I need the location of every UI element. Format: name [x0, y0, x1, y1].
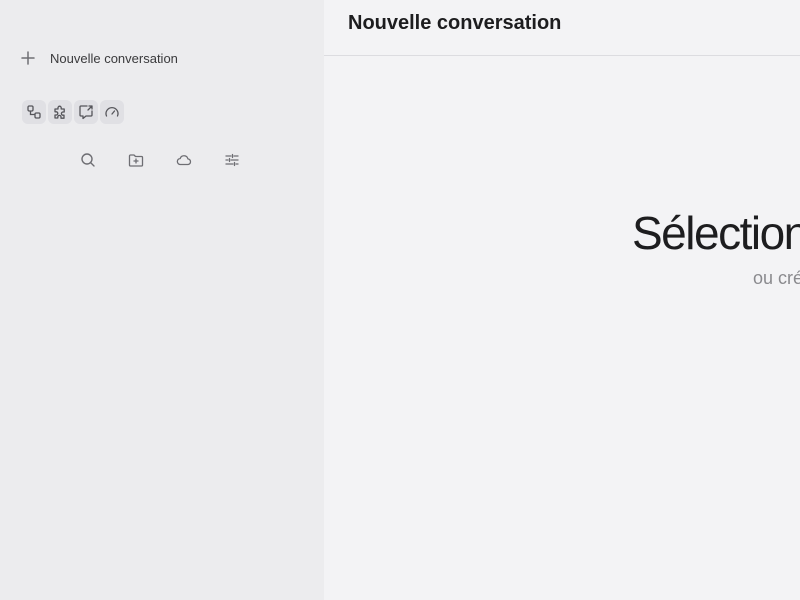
share-chat-plugin-button[interactable] — [74, 100, 98, 124]
search-icon — [80, 152, 96, 168]
cloud-icon — [176, 152, 192, 168]
sliders-icon — [224, 152, 240, 168]
puzzle-plugin-button[interactable] — [48, 100, 72, 124]
page-title: Nouvelle conversation — [348, 12, 562, 34]
sidebar: Nouvelle conversation — [0, 0, 324, 600]
new-conversation-label: Nouvelle conversation — [50, 50, 178, 66]
flow-plugin-button[interactable] — [22, 100, 46, 124]
plus-icon — [20, 50, 36, 66]
empty-state-subtitle: ou cré — [753, 268, 800, 288]
new-folder-button[interactable] — [124, 148, 148, 172]
cloud-sync-button[interactable] — [172, 148, 196, 172]
puzzle-icon — [52, 104, 68, 120]
new-conversation-button[interactable]: Nouvelle conversation — [20, 46, 178, 70]
folder-plus-icon — [128, 152, 144, 168]
flow-icon — [26, 104, 42, 120]
plugin-bar — [22, 100, 124, 124]
main-panel: Nouvelle conversation Sélection ou cré — [324, 0, 800, 600]
settings-button[interactable] — [220, 148, 244, 172]
search-button[interactable] — [76, 148, 100, 172]
conversation-header: Nouvelle conversation — [324, 0, 800, 56]
share-chat-icon — [78, 104, 94, 120]
empty-state-title: Sélection — [632, 207, 800, 259]
gauge-icon — [104, 104, 120, 120]
tool-bar — [76, 148, 244, 172]
gauge-plugin-button[interactable] — [100, 100, 124, 124]
